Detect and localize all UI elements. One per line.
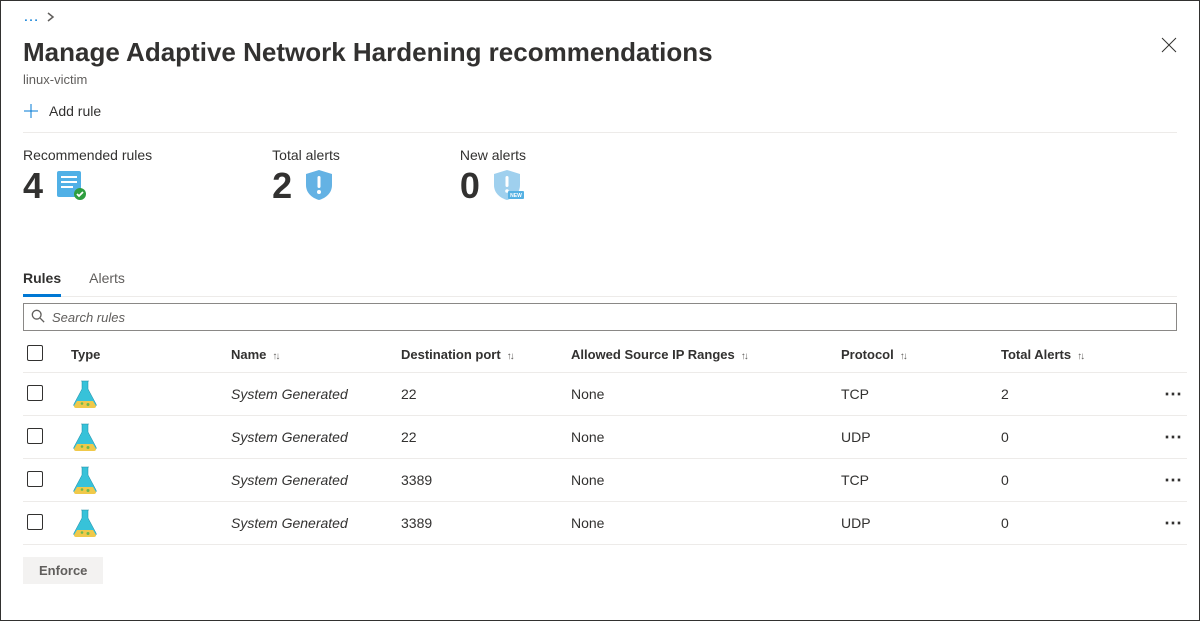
row-menu-button[interactable]: ⋯ xyxy=(1147,416,1187,459)
row-checkbox[interactable] xyxy=(27,471,43,487)
stat-label: New alerts xyxy=(460,147,526,163)
blade-root: … Manage Adaptive Network Hardening reco… xyxy=(0,0,1200,621)
tab-rules[interactable]: Rules xyxy=(23,262,61,297)
shield-alert-icon xyxy=(302,167,336,204)
stat-label: Recommended rules xyxy=(23,147,152,163)
row-checkbox[interactable] xyxy=(27,428,43,444)
flask-icon xyxy=(71,465,223,495)
cell-protocol: TCP xyxy=(837,459,997,502)
col-name[interactable]: Name↑↓ xyxy=(227,337,397,373)
sort-icon: ↑↓ xyxy=(272,351,278,362)
flask-icon xyxy=(71,422,223,452)
sort-icon: ↑↓ xyxy=(507,351,513,362)
search-container xyxy=(23,303,1177,331)
stat-total-alerts: Total alerts 2 xyxy=(272,147,340,204)
table-row: System Generated 22 None TCP 2 ⋯ xyxy=(23,373,1187,416)
row-menu-button[interactable]: ⋯ xyxy=(1147,459,1187,502)
stat-recommended-rules: Recommended rules 4 xyxy=(23,147,152,204)
row-checkbox[interactable] xyxy=(27,385,43,401)
shield-new-icon: NEW xyxy=(490,167,524,204)
col-type[interactable]: Type xyxy=(67,337,227,373)
tabs: Rules Alerts xyxy=(23,262,1177,297)
rules-icon xyxy=(53,167,87,204)
cell-name: System Generated xyxy=(227,459,397,502)
col-dest-port[interactable]: Destination port↑↓ xyxy=(397,337,567,373)
table-row: System Generated 3389 None UDP 0 ⋯ xyxy=(23,502,1187,545)
row-checkbox[interactable] xyxy=(27,514,43,530)
cell-name: System Generated xyxy=(227,502,397,545)
resource-name: linux-victim xyxy=(23,72,713,87)
add-rule-label: Add rule xyxy=(49,103,101,119)
cell-protocol: TCP xyxy=(837,373,997,416)
breadcrumb-ellipsis-icon[interactable]: … xyxy=(23,8,40,26)
cell-name: System Generated xyxy=(227,416,397,459)
plus-icon xyxy=(23,103,39,119)
col-total-alerts[interactable]: Total Alerts↑↓ xyxy=(997,337,1147,373)
cell-port: 3389 xyxy=(397,459,567,502)
cell-protocol: UDP xyxy=(837,416,997,459)
divider xyxy=(23,132,1177,133)
tab-alerts[interactable]: Alerts xyxy=(89,262,125,296)
cell-src: None xyxy=(567,459,837,502)
flask-icon xyxy=(71,379,223,409)
enforce-button[interactable]: Enforce xyxy=(23,557,103,584)
svg-text:NEW: NEW xyxy=(510,193,522,199)
close-button[interactable] xyxy=(1161,37,1177,56)
cell-alerts: 0 xyxy=(997,502,1147,545)
chevron-right-icon xyxy=(46,12,56,22)
cell-protocol: UDP xyxy=(837,502,997,545)
table-header-row: Type Name↑↓ Destination port↑↓ Allowed S… xyxy=(23,337,1187,373)
cell-port: 3389 xyxy=(397,502,567,545)
cell-src: None xyxy=(567,416,837,459)
stat-label: Total alerts xyxy=(272,147,340,163)
stat-value: 2 xyxy=(272,168,292,204)
stat-new-alerts: New alerts 0 NEW xyxy=(460,147,526,204)
cell-alerts: 0 xyxy=(997,459,1147,502)
col-allowed-src[interactable]: Allowed Source IP Ranges↑↓ xyxy=(567,337,837,373)
search-input[interactable] xyxy=(23,303,1177,331)
row-menu-button[interactable]: ⋯ xyxy=(1147,373,1187,416)
col-protocol[interactable]: Protocol↑↓ xyxy=(837,337,997,373)
cell-port: 22 xyxy=(397,373,567,416)
page-title: Manage Adaptive Network Hardening recomm… xyxy=(23,37,713,68)
sort-icon: ↑↓ xyxy=(741,351,747,362)
stat-value: 4 xyxy=(23,168,43,204)
cell-name: System Generated xyxy=(227,373,397,416)
breadcrumb: … xyxy=(23,7,1177,27)
cell-alerts: 0 xyxy=(997,416,1147,459)
table-row: System Generated 22 None UDP 0 ⋯ xyxy=(23,416,1187,459)
search-icon xyxy=(31,309,45,323)
rules-table: Type Name↑↓ Destination port↑↓ Allowed S… xyxy=(23,337,1187,545)
stat-value: 0 xyxy=(460,168,480,204)
cell-port: 22 xyxy=(397,416,567,459)
add-rule-button[interactable]: Add rule xyxy=(23,103,101,119)
select-all-checkbox[interactable] xyxy=(27,345,43,361)
cell-alerts: 2 xyxy=(997,373,1147,416)
row-menu-button[interactable]: ⋯ xyxy=(1147,502,1187,545)
sort-icon: ↑↓ xyxy=(900,351,906,362)
stats-row: Recommended rules 4 Total alerts xyxy=(23,147,1177,204)
cell-src: None xyxy=(567,373,837,416)
table-row: System Generated 3389 None TCP 0 ⋯ xyxy=(23,459,1187,502)
flask-icon xyxy=(71,508,223,538)
cell-src: None xyxy=(567,502,837,545)
sort-icon: ↑↓ xyxy=(1077,351,1083,362)
